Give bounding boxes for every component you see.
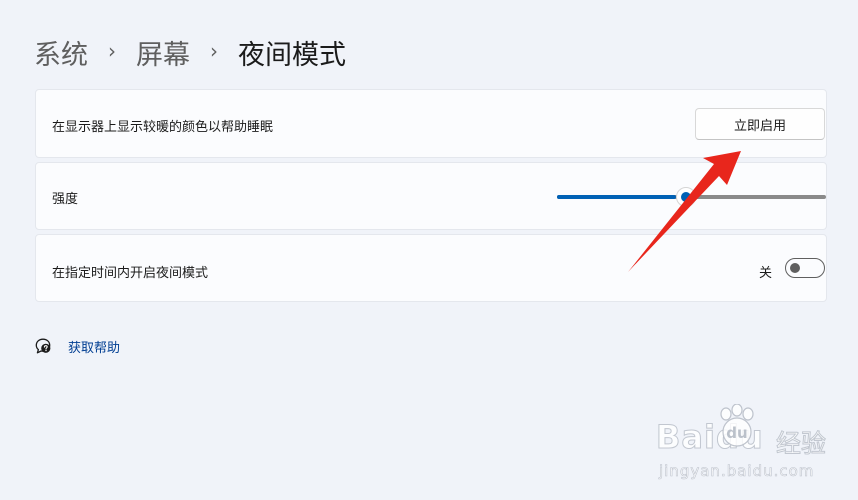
breadcrumb-chevron-icon: ›	[108, 39, 116, 63]
breadcrumb-item-display[interactable]: 屏幕	[136, 33, 190, 72]
paw-icon: du	[720, 404, 754, 447]
toggle-state-text: 关	[759, 266, 773, 281]
schedule-label: 在指定时间内开启夜间模式	[52, 266, 209, 281]
strength-label: 强度	[52, 192, 79, 207]
strength-slider[interactable]	[557, 187, 826, 207]
get-help-link[interactable]: 获取帮助	[34, 336, 120, 356]
page-title: 夜间模式	[238, 39, 346, 71]
slider-fill	[557, 195, 676, 199]
slider-thumb[interactable]	[676, 187, 696, 207]
breadcrumb-chevron-icon: ›	[210, 39, 218, 63]
get-help-label: 获取帮助	[68, 340, 121, 356]
breadcrumb-item-system[interactable]: 系统	[34, 33, 88, 72]
watermark-url: jingyan.baidu.com	[659, 462, 815, 481]
schedule-card: 在指定时间内开启夜间模式 关	[35, 234, 827, 302]
strength-card: 强度	[35, 162, 827, 230]
breadcrumb: 系统 › 屏幕 › 夜间模式	[34, 30, 346, 74]
schedule-toggle[interactable]	[785, 258, 825, 278]
enable-now-card: 在显示器上显示较暖的颜色以帮助睡眠 立即启用	[35, 89, 827, 158]
enable-now-button[interactable]: 立即启用	[695, 108, 825, 140]
baidu-jingyan-watermark: Baidu du 经验 jingyan.baidu.com	[656, 404, 836, 486]
enable-now-label: 在显示器上显示较暖的颜色以帮助睡眠	[52, 120, 274, 135]
help-chat-icon	[35, 338, 51, 354]
svg-text:du: du	[726, 424, 747, 442]
watermark-product: 经验	[775, 429, 827, 459]
toggle-knob	[790, 263, 800, 273]
